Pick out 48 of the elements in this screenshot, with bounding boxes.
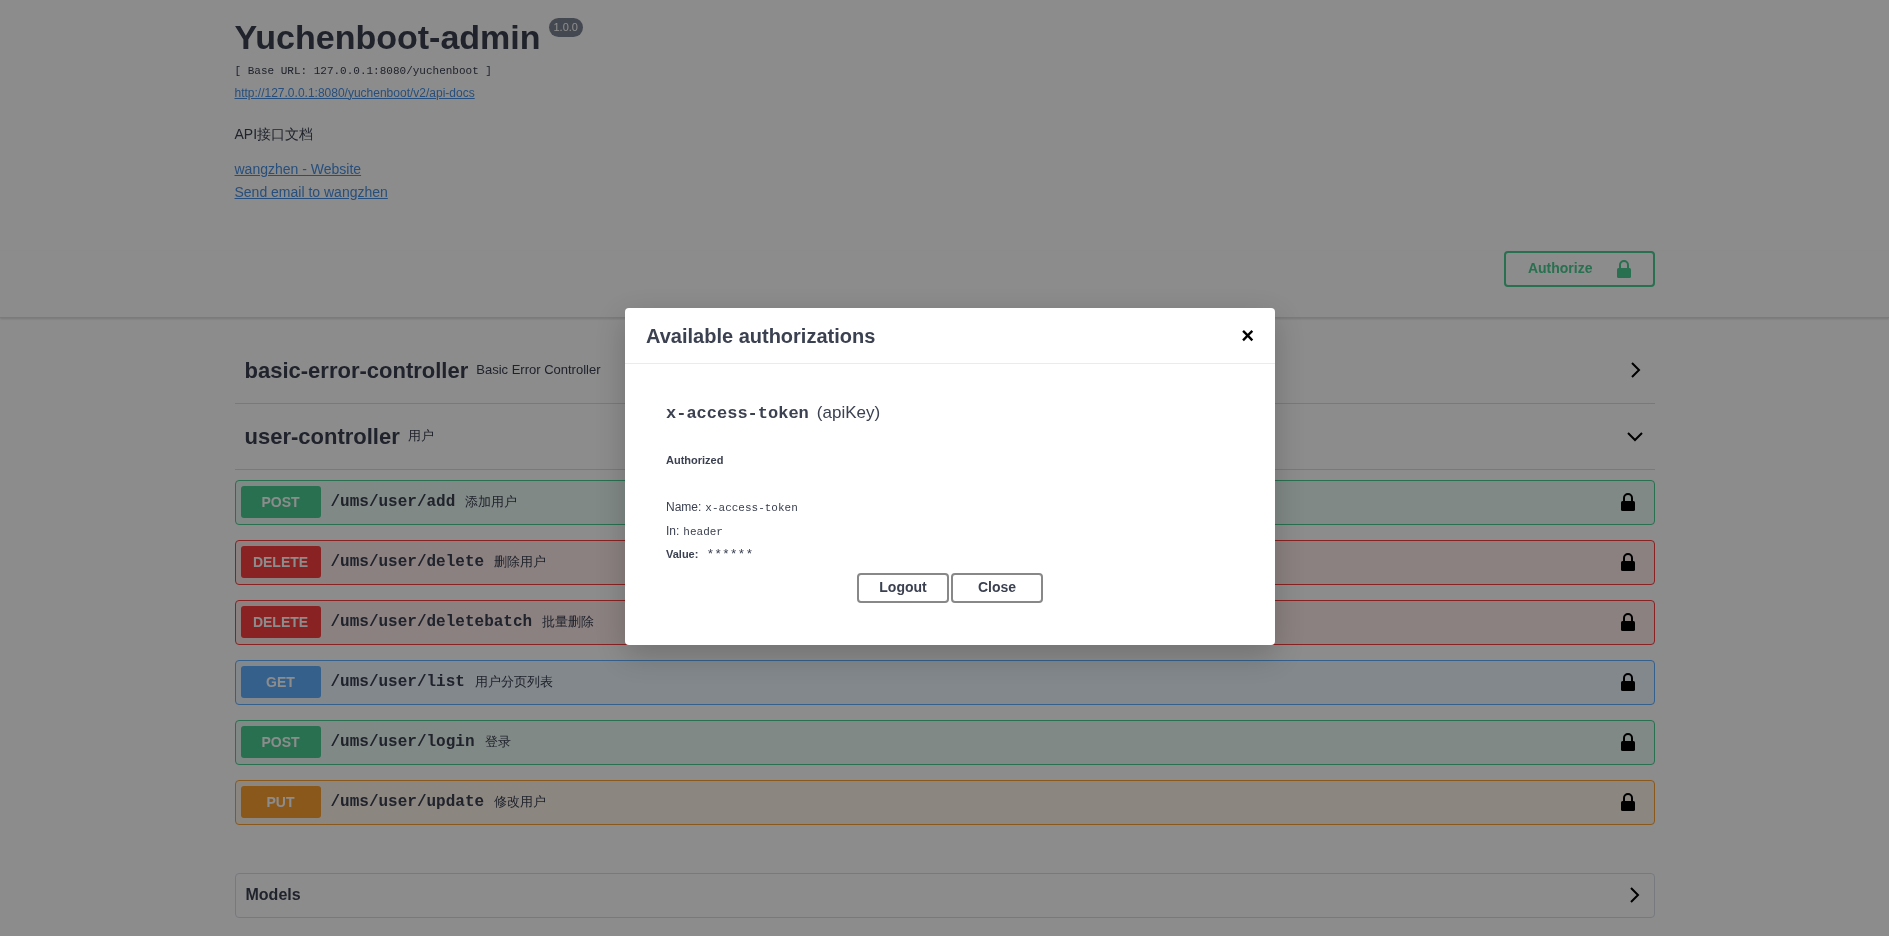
lock-icon (1620, 733, 1635, 751)
operation-path: /ums/user/add (330, 492, 456, 513)
method-badge: DELETE (240, 546, 321, 578)
lock-icon (1620, 793, 1635, 811)
dialog-button[interactable]: Logout (857, 572, 949, 603)
scheme-name: x-access-token (666, 403, 809, 425)
dialog-title: Available authorizations (646, 323, 876, 349)
operation-summary: 修改用户 (494, 793, 547, 812)
operation-path: /ums/user/login (330, 732, 475, 753)
name-label: Name: (666, 499, 702, 516)
method-badge: POST (240, 726, 321, 758)
tag-description: Basic Error Controller (476, 361, 601, 380)
token-value: ****** (706, 546, 754, 564)
dialog-button[interactable]: Close (951, 572, 1043, 603)
api-title: Yuchenboot-admin (234, 17, 541, 58)
operation-path: /ums/user/deletebatch (330, 612, 533, 633)
lock-icon (1620, 553, 1635, 571)
lock-icon (1620, 613, 1635, 631)
lock-icon (1616, 259, 1631, 278)
scheme-type: (apiKey) (816, 402, 881, 424)
method-badge: DELETE (240, 606, 321, 638)
method-badge: PUT (240, 786, 321, 818)
close-button[interactable]: × (1241, 324, 1254, 347)
models-section[interactable]: Models (234, 872, 1655, 918)
operation-summary: 删除用户 (494, 553, 547, 572)
spec-link[interactable]: http://127.0.0.1:8080/yuchenboot/v2/api-docs (234, 85, 475, 100)
operation-summary: 批量删除 (542, 613, 595, 632)
method-badge: POST (240, 486, 321, 518)
in-value: header (683, 524, 723, 540)
version-badge: 1.0.0 (548, 18, 583, 37)
operation-path: /ums/user/delete (330, 552, 485, 573)
api-description: API接口文档 (234, 124, 315, 144)
operation-summary: 添加用户 (465, 493, 518, 512)
info-link[interactable]: wangzhen - Website (234, 158, 1655, 180)
value-label: Value: (666, 547, 699, 562)
lock-icon (1620, 673, 1635, 691)
operation-path: /ums/user/list (330, 672, 465, 693)
auth-status: Authorized (666, 452, 725, 468)
base-url: [ Base URL: 127.0.0.1:8080/yuchenboot ] (234, 64, 493, 79)
info-link[interactable]: Send email to wangzhen (234, 181, 1655, 203)
operation-summary: 登录 (484, 733, 511, 752)
operation-summary: 用户分页列表 (474, 673, 553, 692)
tag-description: 用户 (407, 427, 434, 446)
operation-path: /ums/user/update (330, 792, 485, 813)
lock-icon (1620, 493, 1635, 511)
in-label: In: (666, 522, 680, 540)
method-badge: GET (240, 666, 321, 698)
name-value: x-access-token (705, 501, 798, 516)
